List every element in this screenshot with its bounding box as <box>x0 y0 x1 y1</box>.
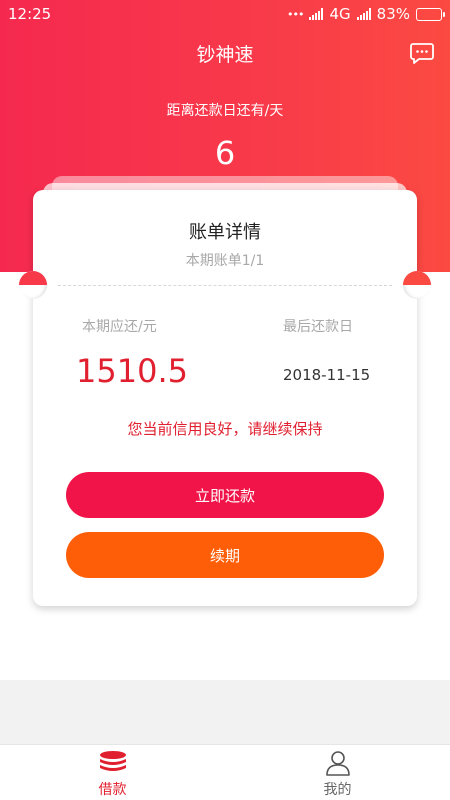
tab-loan[interactable]: 借款 <box>0 745 225 800</box>
credit-status-message: 您当前信用良好，请继续保持 <box>127 420 323 438</box>
ticket-notch-right-top <box>403 271 431 285</box>
tab-mine-label: 我的 <box>323 782 352 798</box>
battery-icon <box>416 7 445 21</box>
card-divider <box>58 285 392 286</box>
signal-icon-secondary <box>356 8 371 20</box>
status-dots: ••• <box>287 7 304 21</box>
amount-label: 本期应还/元 <box>82 319 157 335</box>
battery-percent: 83% <box>376 5 410 23</box>
status-bar: 12:25 ••• 4G 83% <box>0 0 450 30</box>
amount-due: 1510.5 <box>76 352 188 390</box>
status-time: 12:25 <box>8 5 52 23</box>
card-subtitle: 本期账单1/1 <box>185 253 265 269</box>
due-countdown-days: 6 <box>214 134 236 172</box>
signal-icon <box>309 8 324 20</box>
coin-stack-icon <box>100 751 126 771</box>
user-icon <box>326 751 350 776</box>
due-date-label: 最后还款日 <box>283 319 353 335</box>
repay-now-button[interactable]: 立即还款 <box>66 472 384 518</box>
app-title: 钞神速 <box>196 44 254 66</box>
card-title: 账单详情 <box>189 222 261 243</box>
ticket-notch-left-top <box>19 271 47 285</box>
tab-mine[interactable]: 我的 <box>225 745 450 800</box>
due-countdown-label: 距离还款日还有/天 <box>166 103 284 119</box>
tab-loan-label: 借款 <box>98 782 127 798</box>
network-type: 4G <box>329 5 351 23</box>
chat-bubble-icon[interactable] <box>410 42 434 64</box>
due-date: 2018-11-15 <box>283 366 371 384</box>
bottom-tab-bar: 借款 我的 <box>0 744 450 800</box>
status-indicators: ••• 4G 83% <box>287 5 445 23</box>
content-bottom-area <box>0 680 450 744</box>
renew-button[interactable]: 续期 <box>66 532 384 578</box>
